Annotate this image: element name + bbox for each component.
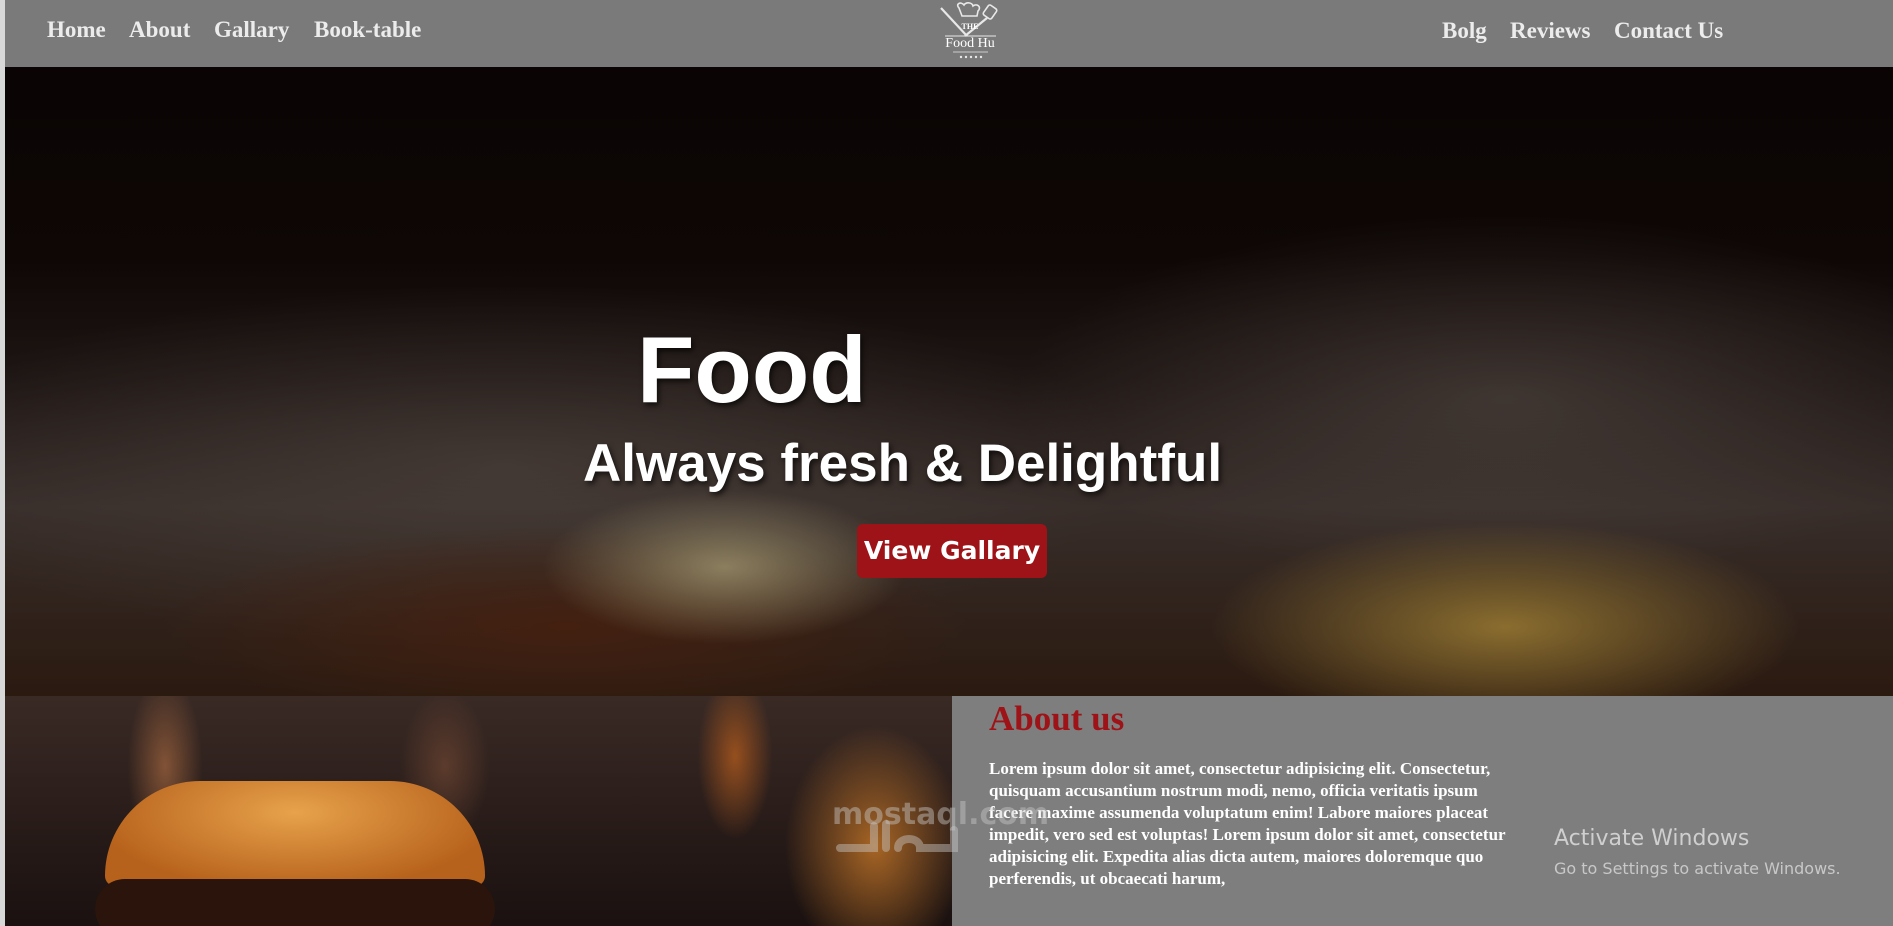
logo-name-text: Food Hu (945, 36, 994, 51)
nav-home-link[interactable]: Home (47, 18, 106, 41)
burger-patty-shape (95, 879, 495, 926)
about-title: About us (989, 699, 1125, 738)
burger-bun-shape (105, 781, 485, 886)
activate-windows-title: Activate Windows (1554, 826, 1750, 851)
mostaql-watermark: mostaql.com (832, 797, 1050, 832)
hero-background-image (5, 67, 1893, 696)
top-navbar: Home About Gallary Book-table THE Food H… (5, 0, 1893, 67)
burger-image (5, 696, 952, 926)
nav-blog-link[interactable]: Bolg (1442, 19, 1487, 42)
hero-title: Food (637, 317, 867, 422)
hero-banner: Food Always fresh & Delightful View Gall… (5, 67, 1893, 696)
nav-book-table-link[interactable]: Book-table (314, 18, 421, 41)
hero-subtitle: Always fresh & Delightful (583, 434, 1223, 493)
activate-windows-subtitle: Go to Settings to activate Windows. (1554, 859, 1841, 878)
nav-reviews-link[interactable]: Reviews (1510, 19, 1590, 42)
about-text: Lorem ipsum dolor sit amet, consectetur … (989, 759, 1506, 888)
nav-contact-link[interactable]: Contact Us (1614, 19, 1723, 42)
nav-gallary-link[interactable]: Gallary (214, 18, 289, 41)
chef-utensils-icon: THE Food Hu (940, 2, 998, 59)
view-gallary-button[interactable]: View Gallary (857, 524, 1047, 578)
about-section: About us Lorem ipsum dolor sit amet, con… (952, 696, 1893, 926)
nav-about-link[interactable]: About (129, 18, 190, 41)
food-hub-logo[interactable]: THE Food Hu (933, 2, 1008, 62)
logo-the-text: THE (962, 22, 979, 31)
